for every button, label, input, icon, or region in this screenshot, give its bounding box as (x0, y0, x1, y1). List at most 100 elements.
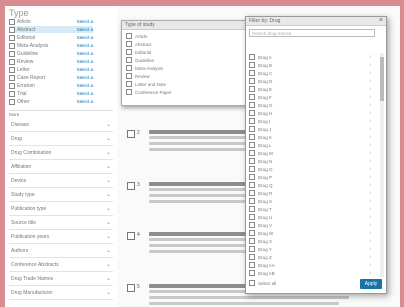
filter-option-checkbox[interactable] (249, 78, 255, 84)
expand-icon[interactable]: › (369, 62, 371, 68)
expand-icon[interactable]: › (369, 182, 371, 188)
select-all-row[interactable]: Select all (249, 280, 276, 286)
type-select-link[interactable]: Select a (77, 75, 93, 80)
expand-icon[interactable]: › (369, 118, 371, 124)
filter-option[interactable]: Drug R › (249, 189, 375, 197)
chevron-down-icon[interactable]: ⌄ (106, 191, 111, 198)
expand-icon[interactable]: › (369, 166, 371, 172)
type-option[interactable]: Meta-Analysis (126, 65, 163, 71)
result-checkbox[interactable] (127, 182, 135, 190)
type-option-checkbox[interactable] (126, 65, 132, 71)
filter-option[interactable]: Drug X › (249, 237, 375, 245)
facet-section[interactable]: Device ⌄ (9, 175, 113, 188)
filter-option-checkbox[interactable] (249, 230, 255, 236)
expand-icon[interactable]: › (369, 78, 371, 84)
type-option-checkbox[interactable] (126, 33, 132, 39)
filter-option-checkbox[interactable] (249, 110, 255, 116)
sidebar-type-row[interactable]: Erratum Select a (9, 82, 93, 89)
expand-icon[interactable]: › (369, 222, 371, 228)
type-checkbox[interactable] (9, 58, 15, 65)
filter-option-checkbox[interactable] (249, 262, 255, 268)
sidebar-more-link[interactable]: More (9, 112, 19, 117)
filter-option[interactable]: Drug O › (249, 165, 375, 173)
filter-option-checkbox[interactable] (249, 270, 255, 276)
chevron-down-icon[interactable]: ⌄ (106, 177, 111, 184)
expand-icon[interactable]: › (369, 142, 371, 148)
filter-option[interactable]: Drug Q › (249, 181, 375, 189)
type-option[interactable]: Abstract (126, 41, 152, 47)
filter-option[interactable]: Drug Y › (249, 245, 375, 253)
type-option[interactable]: Guideline (126, 57, 154, 63)
facet-section[interactable]: Drug ⌄ (9, 133, 113, 146)
type-checkbox[interactable] (9, 26, 15, 33)
type-option[interactable]: Article (126, 33, 148, 39)
filter-option[interactable]: Drug AB › (249, 269, 375, 277)
expand-icon[interactable]: › (369, 94, 371, 100)
chevron-down-icon[interactable]: ⌄ (106, 247, 111, 254)
filter-option-checkbox[interactable] (249, 214, 255, 220)
sidebar-type-row[interactable]: Trial Select a (9, 90, 93, 97)
filter-option[interactable]: Drug M › (249, 149, 375, 157)
filter-option-checkbox[interactable] (249, 126, 255, 132)
filter-option[interactable]: Drug S › (249, 197, 375, 205)
type-select-link[interactable]: Select a (77, 99, 93, 104)
type-option-checkbox[interactable] (126, 57, 132, 63)
filter-option[interactable]: Drug AA › (249, 261, 375, 269)
filter-option[interactable]: Drug J › (249, 125, 375, 133)
chevron-down-icon[interactable]: ⌄ (106, 205, 111, 212)
expand-icon[interactable]: › (369, 158, 371, 164)
filter-option[interactable]: Drug A › (249, 53, 375, 61)
chevron-down-icon[interactable]: ⌄ (106, 135, 111, 142)
filter-option-checkbox[interactable] (249, 222, 255, 228)
expand-icon[interactable]: › (369, 270, 371, 276)
chevron-down-icon[interactable]: ⌄ (106, 233, 111, 240)
filter-option-checkbox[interactable] (249, 70, 255, 76)
type-checkbox[interactable] (9, 42, 15, 49)
filter-option[interactable]: Drug P › (249, 173, 375, 181)
sidebar-type-row[interactable]: Letter Select a (9, 66, 93, 73)
chevron-down-icon[interactable]: ⌄ (106, 261, 111, 268)
filter-option[interactable]: Drug T › (249, 205, 375, 213)
facet-section[interactable]: Authors ⌄ (9, 245, 113, 258)
filter-option[interactable]: Drug G › (249, 101, 375, 109)
filter-option-checkbox[interactable] (249, 102, 255, 108)
filter-option-checkbox[interactable] (249, 62, 255, 68)
filter-scrollbar[interactable] (380, 53, 384, 277)
type-option[interactable]: Review (126, 73, 150, 79)
type-checkbox[interactable] (9, 18, 15, 25)
type-select-link[interactable]: Select a (77, 83, 93, 88)
facet-section[interactable]: Conference Abstracts ⌄ (9, 259, 113, 272)
type-option-checkbox[interactable] (126, 89, 132, 95)
filter-option[interactable]: Drug V › (249, 221, 375, 229)
filter-option[interactable]: Drug C › (249, 69, 375, 77)
type-option[interactable]: Letter and Note (126, 81, 166, 87)
type-option[interactable]: Editorial (126, 49, 151, 55)
sidebar-type-row[interactable]: Meta-Analysis Select a (9, 42, 93, 49)
expand-icon[interactable]: › (369, 254, 371, 260)
filter-option-checkbox[interactable] (249, 118, 255, 124)
type-checkbox[interactable] (9, 50, 15, 57)
filter-option-checkbox[interactable] (249, 94, 255, 100)
expand-icon[interactable]: › (369, 238, 371, 244)
expand-icon[interactable]: › (369, 102, 371, 108)
filter-option-checkbox[interactable] (249, 238, 255, 244)
filter-option[interactable]: Drug D › (249, 77, 375, 85)
sidebar-type-row[interactable]: Other Select a (9, 98, 93, 105)
filter-option[interactable]: Drug K › (249, 133, 375, 141)
type-select-link[interactable]: Select a (77, 43, 93, 48)
expand-icon[interactable]: › (369, 262, 371, 268)
filter-option-checkbox[interactable] (249, 174, 255, 180)
chevron-down-icon[interactable]: ⌄ (106, 289, 111, 296)
facet-section[interactable]: Affiliation ⌄ (9, 161, 113, 174)
expand-icon[interactable]: › (369, 54, 371, 60)
sidebar-type-row[interactable]: Case Report Select a (9, 74, 93, 81)
type-select-link[interactable]: Select a (77, 59, 93, 64)
sidebar-type-row[interactable]: Article Select a (9, 18, 93, 25)
facet-section[interactable]: Drug Combination ⌄ (9, 147, 113, 160)
filter-option[interactable]: Drug H › (249, 109, 375, 117)
type-option[interactable]: Conference Paper (126, 89, 172, 95)
scrollbar-thumb[interactable] (380, 57, 384, 101)
filter-option[interactable]: Drug W › (249, 229, 375, 237)
filter-option-checkbox[interactable] (249, 190, 255, 196)
type-checkbox[interactable] (9, 82, 15, 89)
